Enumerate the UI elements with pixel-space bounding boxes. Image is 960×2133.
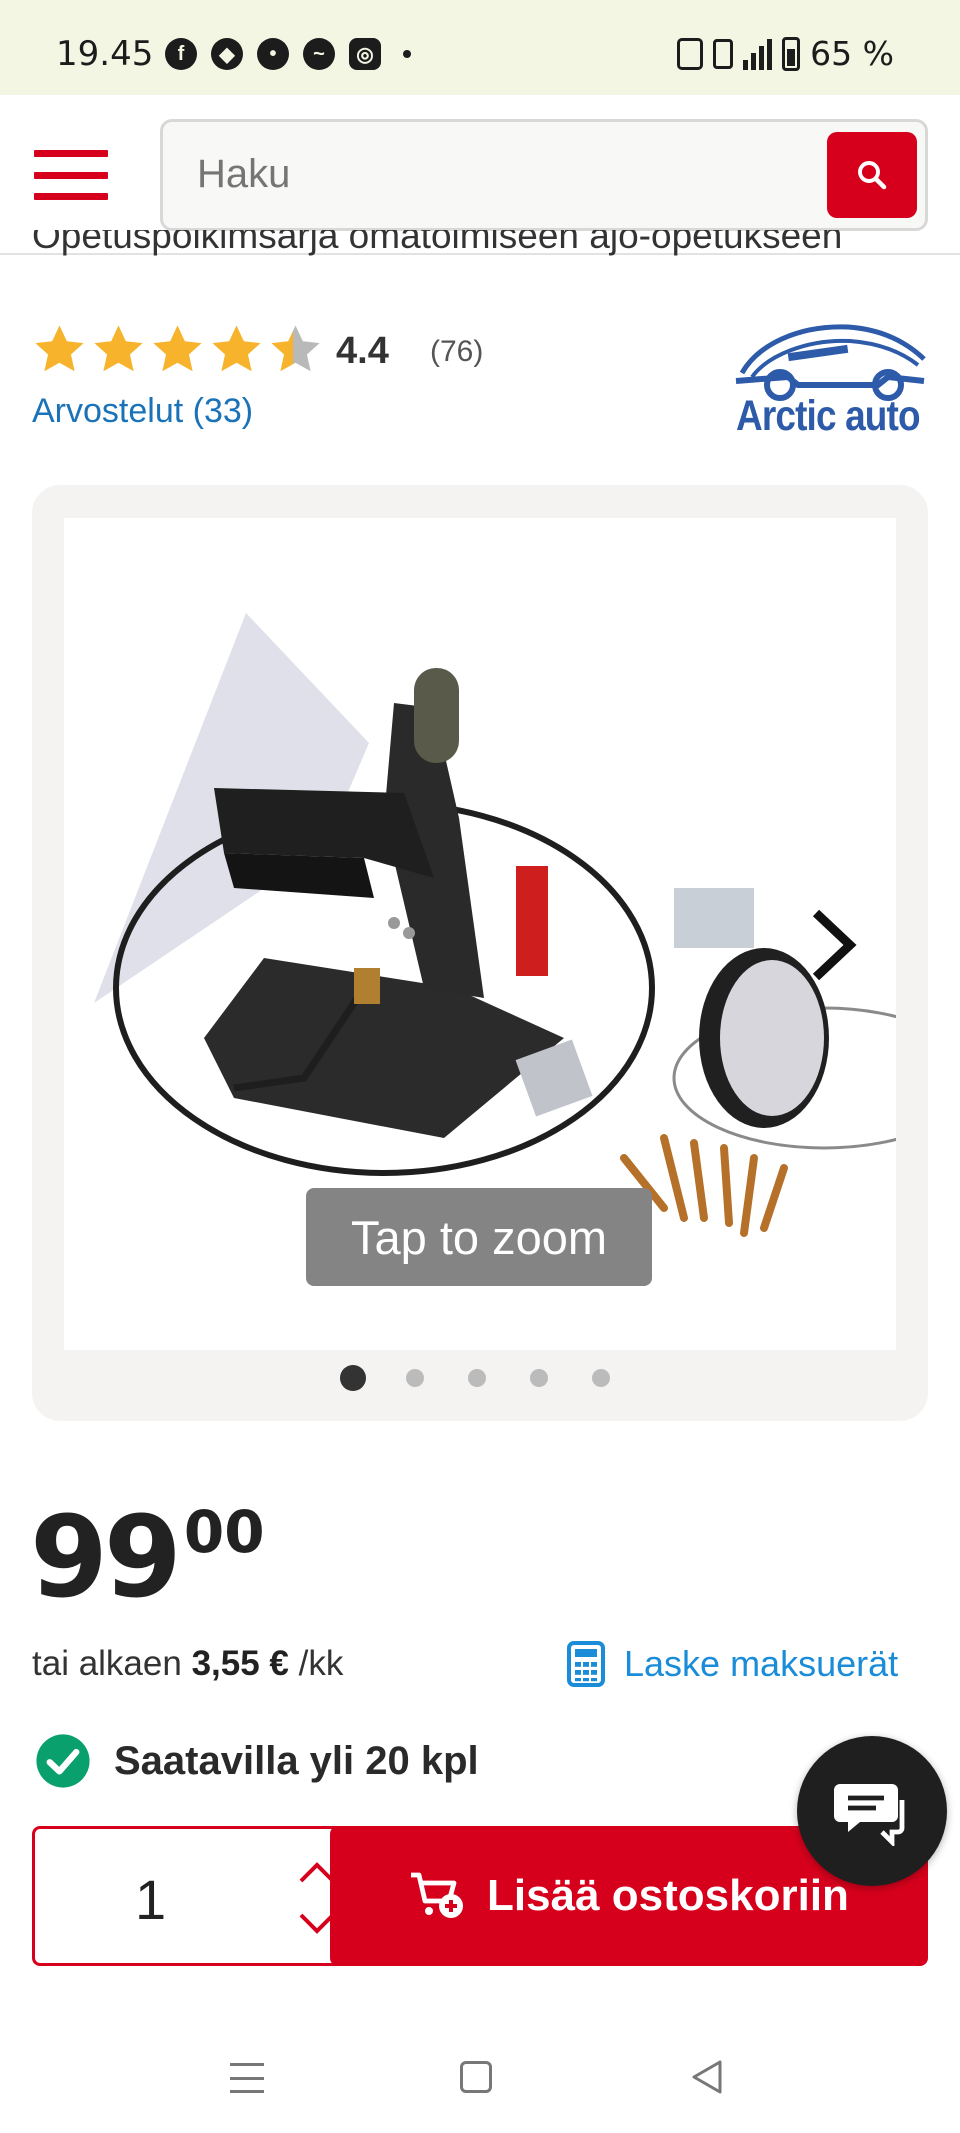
gallery-dot-1[interactable] [340,1365,366,1391]
chat-button[interactable] [797,1736,947,1886]
more-notifications-icon [403,50,411,58]
availability-status: Saatavilla yli 20 kpl [34,1732,479,1790]
cart-add-icon [411,1872,464,1918]
price-decimals: 00 [183,1498,265,1566]
quantity-value[interactable]: 1 [135,1867,166,1932]
battery-percent: 65 % [810,34,894,73]
instagram-icon: ◎ [349,38,381,70]
search-input[interactable] [197,152,777,197]
star-partial-icon [271,325,320,372]
installment-suffix: /kk [288,1644,344,1683]
calculate-installments-link[interactable]: Laske maksuerät [566,1640,898,1688]
signal-icon [743,38,773,70]
calculate-installments-label: Laske maksuerät [624,1643,899,1684]
vibrate-icon [713,38,734,69]
product-title: Opetuspolkimsarja omatoimiseen ajo-opetu… [32,230,843,256]
price-integer: 99 [30,1493,182,1623]
search-bar [160,119,928,231]
search-icon [858,161,887,190]
gallery-dot-2[interactable] [406,1369,424,1387]
facebook-icon: f [165,38,197,70]
home-icon[interactable] [460,2061,492,2093]
system-navigation-bar [0,2021,960,2133]
chat-bubble-icon: • [257,38,289,70]
search-button[interactable] [827,132,917,218]
star-full-icon [212,325,261,372]
installment-prefix: tai alkaen [32,1644,192,1683]
product-gallery[interactable]: Tap to zoom [32,485,928,1421]
installment-amount: 3,55 € [191,1644,289,1683]
product-price: 99 00 [30,1502,265,1614]
nfc-icon [677,37,704,70]
product-title-container: Opetuspolkimsarja omatoimiseen ajo-opetu… [32,230,932,274]
truncated-content [32,2003,932,2021]
rating-count: (76) [430,335,484,368]
installment-info: tai alkaen 3,55 € /kk [32,1644,343,1684]
gallery-dot-4[interactable] [530,1369,548,1387]
tap-to-zoom-hint[interactable]: Tap to zoom [306,1188,652,1286]
star-full-icon [94,325,143,372]
battery-icon [782,36,801,71]
star-full-icon [35,325,84,372]
gallery-dot-3[interactable] [468,1369,486,1387]
back-icon[interactable] [690,2059,724,2095]
brand-name: Arctic auto [736,392,921,440]
messenger-icon: ~ [303,38,335,70]
chevron-right-icon[interactable] [798,905,868,985]
status-time: 19.45 [56,34,154,74]
rating-stars [32,322,323,377]
rating-value: 4.4 [336,330,389,372]
gallery-dot-5[interactable] [592,1369,610,1387]
add-to-cart-label: Lisää ostoskoriin [487,1871,849,1920]
availability-text: Saatavilla yli 20 kpl [114,1738,479,1783]
system-icons: 65 % [677,34,894,73]
gallery-pagination [340,1365,654,1391]
check-circle-icon [36,1734,90,1788]
snapchat-icon: ◆ [211,38,243,70]
star-full-icon [153,325,202,372]
hamburger-menu-icon[interactable] [34,150,108,200]
quantity-stepper[interactable]: 1 [32,1826,352,1966]
reviews-link[interactable]: Arvostelut (33) [32,392,253,431]
notification-icons: f ◆ • ~ ◎ [165,38,411,70]
calculator-icon [567,1641,605,1687]
status-bar: 19.45 f ◆ • ~ ◎ 65 % [0,0,960,95]
recent-apps-icon[interactable] [230,2063,264,2093]
chat-icon [834,1784,905,1846]
